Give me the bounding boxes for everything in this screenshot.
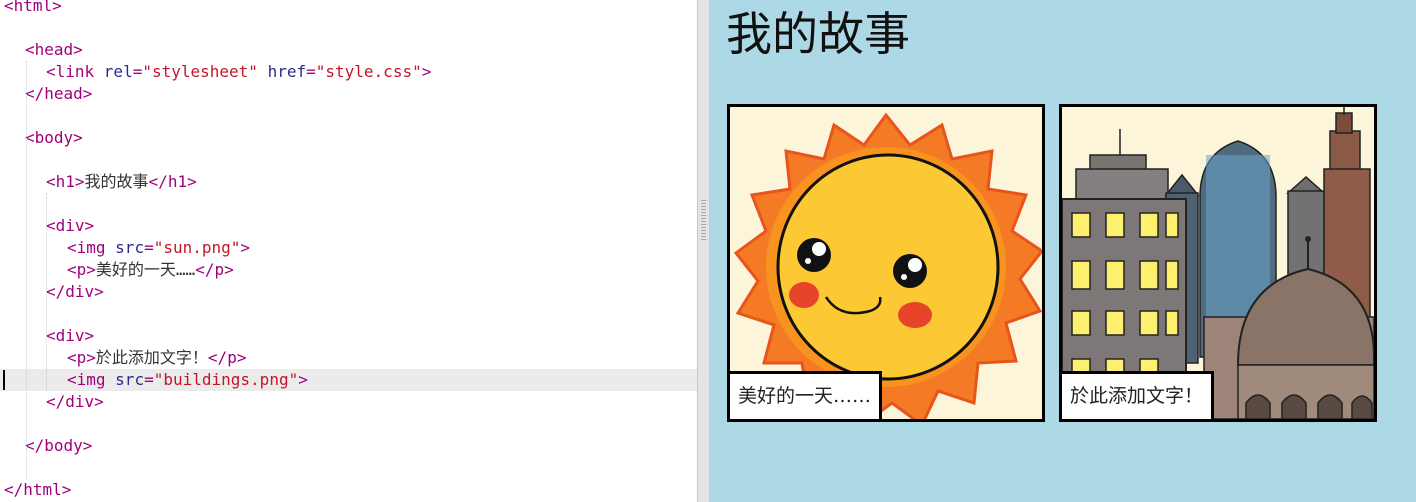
code-line[interactable]: </div> [0, 391, 697, 413]
panel-caption: 美好的一天…… [730, 371, 883, 419]
code-token-tag: <body> [25, 128, 83, 147]
code-token-val: "stylesheet" [142, 62, 258, 81]
code-line[interactable]: <p>於此添加文字！</p> [0, 347, 697, 369]
code-line[interactable] [0, 17, 697, 39]
code-token-tag: </h1> [148, 172, 197, 191]
code-token-attr: src [115, 238, 145, 257]
code-token-tag: <html> [4, 0, 62, 15]
code-token-tag: <p> [67, 348, 96, 367]
code-line[interactable] [0, 105, 697, 127]
code-token-attr: href [267, 62, 307, 81]
code-token-tag: <img [67, 238, 116, 257]
code-line[interactable]: </head> [0, 83, 697, 105]
code-line[interactable]: </html> [0, 479, 697, 501]
preview-pane: 我的故事 美好的一天…… 於此添加文字！ [710, 0, 1416, 502]
code-token-tag: > [298, 370, 308, 389]
code-line[interactable]: <body> [0, 127, 697, 149]
code-line[interactable]: <html> [0, 0, 697, 17]
text-cursor [3, 370, 5, 390]
code-token-txt: 美好的一天…… [95, 260, 196, 279]
code-token-tag: <div> [46, 326, 95, 345]
code-line[interactable] [0, 149, 697, 171]
code-line[interactable]: <link rel="stylesheet" href="style.css"> [0, 61, 697, 83]
code-token-tag: <div> [46, 216, 95, 235]
code-editor[interactable]: </html> </body> </div> <img src="buildings.… [0, 0, 697, 502]
code-token-tag: </p> [207, 348, 247, 367]
code-token-tag: = [306, 62, 316, 81]
story-panel-buildings: 於此添加文字！ [1059, 104, 1377, 422]
code-line[interactable] [0, 303, 697, 325]
story-panel-sun: 美好的一天…… [727, 104, 1045, 422]
code-token-tag: </p> [195, 260, 234, 279]
current-code-line[interactable]: <img src="buildings.png"> [0, 369, 697, 391]
code-token-txt: 我的故事 [84, 172, 149, 191]
code-token-tag: <img [67, 370, 116, 389]
code-token-val: "sun.png" [153, 238, 241, 257]
code-token-attr: rel [103, 62, 133, 81]
code-token-tag: = [132, 62, 143, 81]
code-token-tag: </html> [4, 480, 72, 499]
code-line[interactable]: </div> [0, 281, 697, 303]
code-token-txt: 於此添加文字！ [95, 348, 208, 367]
code-line[interactable] [0, 193, 697, 215]
code-line[interactable]: <div> [0, 325, 697, 347]
code-token-tag: </head> [25, 84, 93, 103]
code-token-tag: </div> [46, 392, 104, 411]
indent-guide [26, 61, 27, 479]
code-token-tag: = [144, 370, 154, 389]
page-title: 我的故事 [726, 7, 910, 61]
code-token-val: "buildings.png" [153, 370, 299, 389]
code-token-attr: src [115, 370, 145, 389]
code-token-val: "style.css" [315, 62, 422, 81]
code-token-tag: </body> [25, 436, 93, 455]
code-line[interactable]: <p>美好的一天……</p> [0, 259, 697, 281]
splitter-grip-icon[interactable] [701, 200, 706, 240]
code-line[interactable] [0, 457, 697, 479]
code-line[interactable]: </body> [0, 435, 697, 457]
code-token-tag: <link [46, 62, 104, 81]
code-token-tag: <head> [25, 40, 83, 59]
code-line[interactable]: <h1>我的故事</h1> [0, 171, 697, 193]
code-token-tag: > [421, 62, 432, 81]
code-line[interactable]: <div> [0, 215, 697, 237]
code-token-tag: > [240, 238, 251, 257]
panel-caption: 於此添加文字！ [1062, 371, 1215, 419]
code-token-tag: <p> [67, 260, 96, 279]
code-token-tag: <h1> [46, 172, 85, 191]
code-line[interactable]: <img src="sun.png"> [0, 237, 697, 259]
code-line[interactable]: <head> [0, 39, 697, 61]
pane-splitter[interactable] [697, 0, 710, 502]
code-token-tag [258, 62, 268, 81]
code-line[interactable] [0, 413, 697, 435]
indent-guide [46, 193, 47, 391]
code-token-tag: </div> [46, 282, 104, 301]
code-token-tag: = [144, 238, 154, 257]
